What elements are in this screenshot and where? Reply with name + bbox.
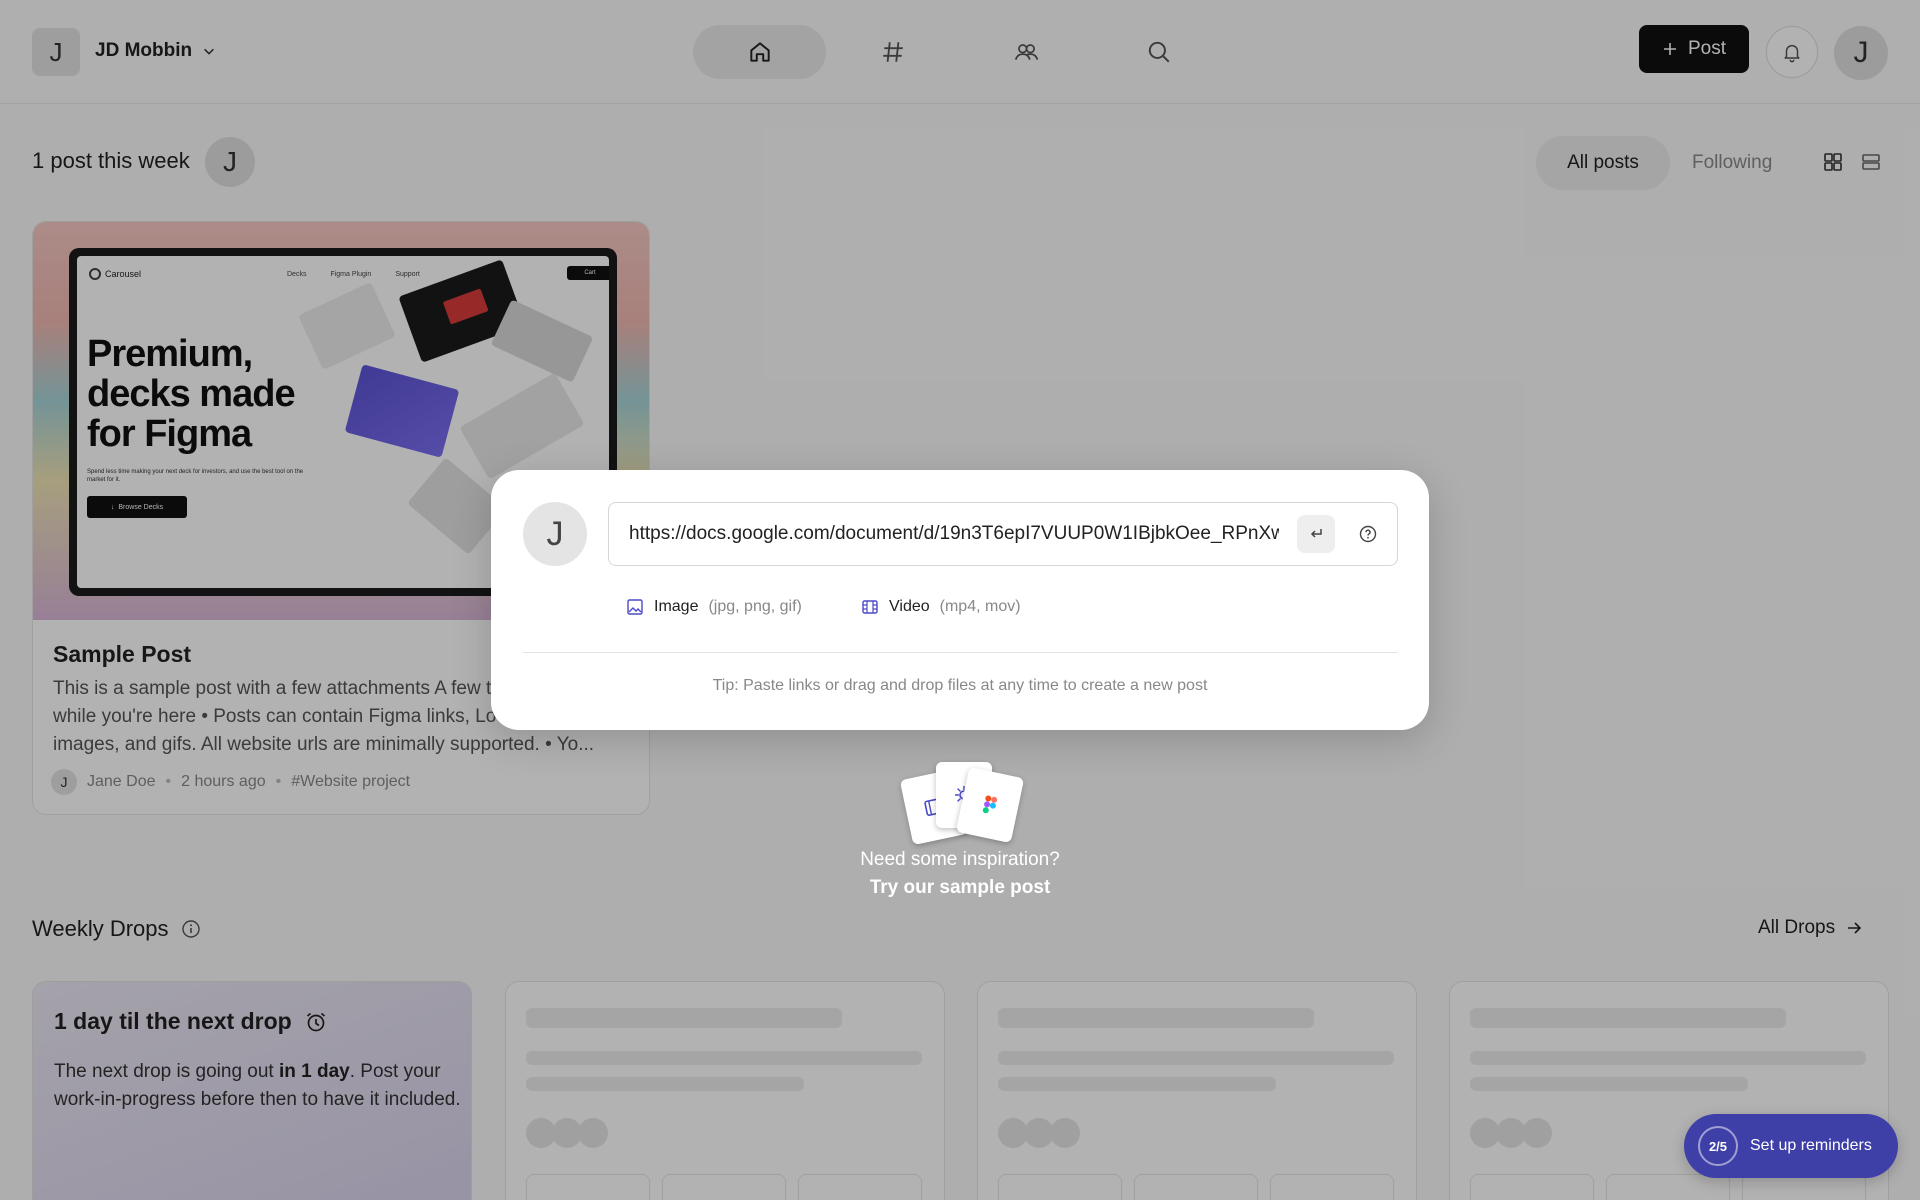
composer-divider xyxy=(523,652,1398,653)
inspiration-question: Need some inspiration? xyxy=(860,849,1060,870)
link-input[interactable] xyxy=(629,503,1279,565)
help-circle-icon xyxy=(1359,525,1377,543)
setup-reminders-button[interactable]: 2/5 Set up reminders xyxy=(1684,1114,1898,1178)
try-sample-post-link[interactable]: Try our sample post xyxy=(0,877,1920,899)
attach-video-label: Video xyxy=(889,598,930,615)
onboarding-progress: 2/5 xyxy=(1698,1126,1738,1166)
help-button[interactable] xyxy=(1349,515,1387,553)
attach-video-types: (mp4, mov) xyxy=(939,598,1021,615)
attach-video-button[interactable]: Video (mp4, mov) xyxy=(861,598,1021,616)
enter-icon xyxy=(1310,529,1322,538)
submit-link-button[interactable] xyxy=(1297,515,1335,553)
attach-image-button[interactable]: Image (jpg, png, gif) xyxy=(626,598,802,616)
composer-tip: Tip: Paste links or drag and drop files … xyxy=(712,677,1208,694)
new-post-composer: J Image (jpg, png, gif) Video (mp4, mov)… xyxy=(491,470,1429,730)
link-input-container xyxy=(608,502,1398,566)
setup-reminders-label: Set up reminders xyxy=(1750,1137,1872,1154)
figma-card xyxy=(955,766,1025,844)
inspiration-illustration[interactable] xyxy=(899,760,1025,846)
video-icon xyxy=(862,600,878,614)
attach-image-types: (jpg, png, gif) xyxy=(708,598,802,615)
image-icon xyxy=(627,599,643,615)
attach-image-label: Image xyxy=(654,598,699,615)
composer-avatar: J xyxy=(523,502,587,566)
figma-icon xyxy=(982,795,998,814)
